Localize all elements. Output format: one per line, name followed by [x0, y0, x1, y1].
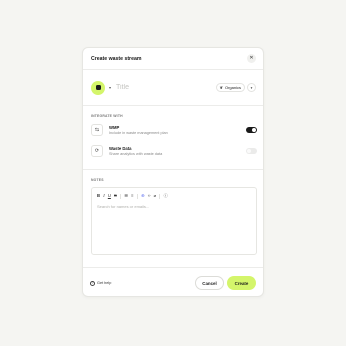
wmp-toggle[interactable]: [246, 127, 257, 133]
section-divider: [83, 169, 263, 170]
notes-label: NOTES: [91, 178, 104, 182]
integrations-label: INTEGRATE WITH: [91, 114, 123, 118]
sync-icon: ⟳: [91, 145, 103, 157]
leaf-icon: ❦: [219, 85, 223, 90]
help-icon: ?: [90, 280, 95, 286]
cancel-button[interactable]: Cancel: [195, 276, 224, 290]
integration-description: Include in waste management plan: [109, 131, 168, 135]
integration-name: WMP: [109, 125, 120, 130]
integration-name: Waste Data: [109, 146, 132, 151]
modal-title: Create waste stream: [91, 55, 142, 62]
waste-data-toggle[interactable]: [246, 148, 257, 154]
title-row: ▾ ❦ Organics ▾: [83, 70, 263, 106]
create-button[interactable]: Create: [227, 276, 256, 290]
modal-footer: ? Get help Cancel Create: [83, 267, 263, 298]
numbered-list-icon[interactable]: ≡: [131, 193, 133, 198]
category-select[interactable]: ❦ Organics: [215, 83, 245, 92]
stream-icon-picker[interactable]: [91, 80, 105, 95]
chevron-down-icon[interactable]: ▾: [247, 83, 256, 92]
integration-description: Share analytics with waste data: [109, 152, 163, 156]
waste-stream-icon: [95, 85, 101, 90]
integration-row-wmp[interactable]: ⇆ WMP Include in waste management plan: [91, 123, 257, 137]
code-icon[interactable]: ‹›: [148, 193, 151, 198]
notes-placeholder: Search for names or emails...: [97, 204, 150, 209]
integration-row-waste-data[interactable]: ⟳ Waste Data Share analytics with waste …: [91, 144, 257, 158]
toolbar-divider: [136, 193, 138, 199]
editor-toolbar: B I U S ☰ ≡ ⊛ ‹› ⌀ ⓘ: [92, 188, 256, 199]
strikethrough-icon[interactable]: S: [114, 193, 117, 198]
info-icon[interactable]: ⓘ: [164, 193, 168, 198]
create-waste-stream-modal: Create waste stream ✕ ▾ ❦ Organics ▾ INT…: [82, 47, 264, 297]
bold-icon[interactable]: B: [97, 193, 100, 198]
italic-icon[interactable]: I: [103, 193, 104, 198]
link-icon[interactable]: ⊛: [141, 193, 145, 198]
document-icon: ⇆: [91, 124, 103, 136]
toolbar-divider: [159, 193, 161, 199]
modal-header: Create waste stream ✕: [83, 48, 263, 70]
attachment-icon[interactable]: ⌀: [154, 193, 157, 198]
bulleted-list-icon[interactable]: ☰: [124, 193, 128, 198]
toolbar-divider: [120, 193, 122, 199]
close-icon[interactable]: ✕: [247, 54, 256, 63]
category-label: Organics: [224, 85, 241, 90]
get-help-label: Get help: [97, 281, 112, 285]
get-help-link[interactable]: ? Get help: [90, 280, 112, 286]
title-input[interactable]: [116, 84, 207, 91]
chevron-down-icon[interactable]: ▾: [109, 85, 111, 90]
notes-editor[interactable]: B I U S ☰ ≡ ⊛ ‹› ⌀ ⓘ Search for names or…: [91, 187, 257, 255]
underline-icon[interactable]: U: [108, 193, 111, 198]
